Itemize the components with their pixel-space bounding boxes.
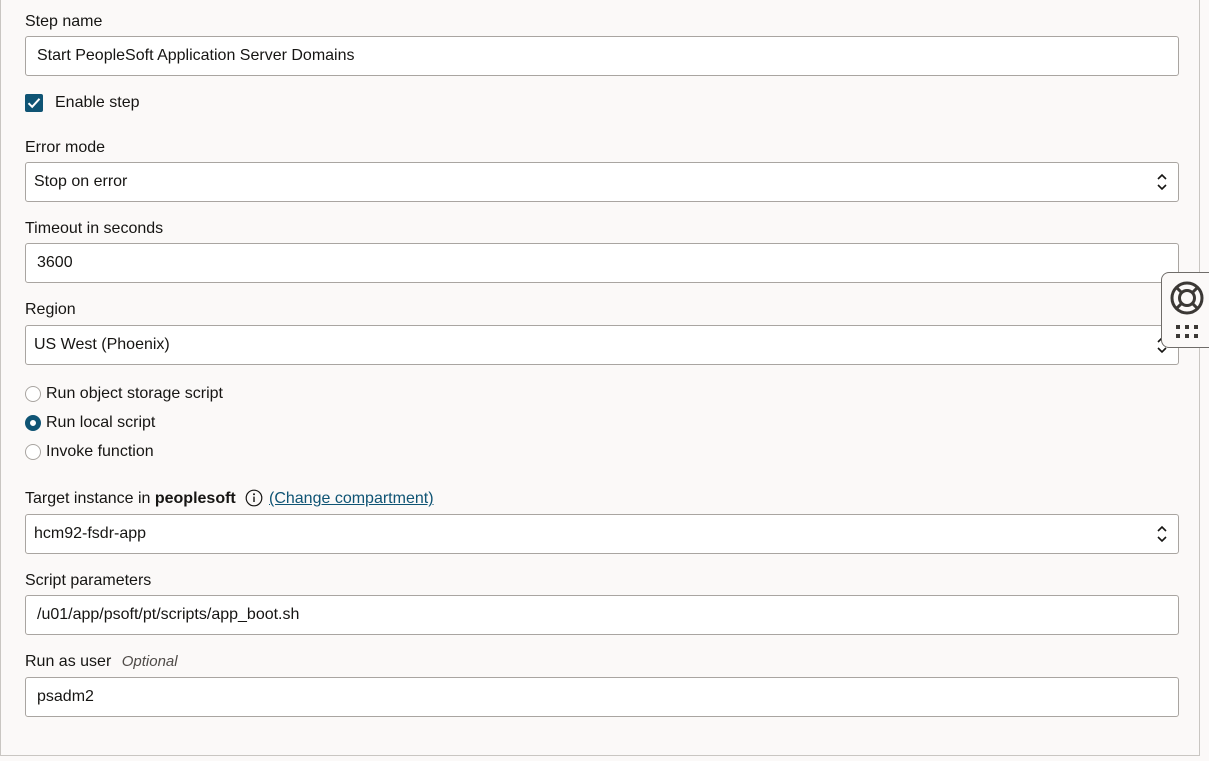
run-as-user-label: Run as user Optional: [25, 652, 178, 672]
error-mode-label: Error mode: [25, 139, 106, 156]
enable-step-label: Enable step: [55, 94, 140, 111]
radio-local-script-label: Run local script: [46, 414, 156, 431]
step-name-label: Step name: [25, 13, 103, 30]
step-name-input[interactable]: Start PeopleSoft Application Server Doma…: [25, 36, 1179, 76]
target-instance-prefix: Target instance in: [25, 490, 151, 507]
target-instance-label: Target instance in peoplesoft: [25, 489, 236, 509]
region-label: Region: [25, 301, 76, 318]
step-edit-panel: Step name Start PeopleSoft Application S…: [0, 0, 1200, 756]
radio-invoke-function[interactable]: [25, 444, 41, 460]
region-value: US West (Phoenix): [34, 336, 170, 353]
radio-invoke-function-label: Invoke function: [46, 443, 154, 460]
checkmark-icon: [27, 98, 41, 109]
error-mode-select[interactable]: Stop on error: [25, 162, 1179, 202]
run-as-user-label-text: Run as user: [25, 653, 112, 670]
script-parameters-input[interactable]: /u01/app/psoft/pt/scripts/app_boot.sh: [25, 595, 1179, 635]
timeout-label: Timeout in seconds: [25, 220, 164, 237]
grid-icon[interactable]: [1174, 323, 1200, 341]
change-compartment-link[interactable]: (Change compartment): [269, 489, 434, 509]
run-as-user-input[interactable]: psadm2: [25, 677, 1179, 717]
target-instance-select[interactable]: hcm92-fsdr-app: [25, 514, 1179, 554]
chevron-up-down-icon: [1157, 525, 1167, 543]
target-compartment-name: peoplesoft: [154, 490, 236, 507]
timeout-input[interactable]: 3600: [25, 243, 1179, 283]
region-select[interactable]: US West (Phoenix): [25, 325, 1179, 365]
radio-object-storage-script[interactable]: [25, 386, 41, 402]
chevron-up-down-icon: [1157, 173, 1167, 191]
help-widget[interactable]: [1161, 272, 1209, 348]
info-icon[interactable]: [245, 489, 263, 507]
target-instance-value: hcm92-fsdr-app: [34, 525, 147, 542]
radio-local-script[interactable]: [25, 415, 41, 431]
error-mode-value: Stop on error: [34, 173, 128, 190]
radio-object-storage-label: Run object storage script: [46, 385, 223, 402]
lifebuoy-icon[interactable]: [1169, 280, 1205, 316]
enable-step-checkbox[interactable]: [25, 94, 43, 112]
optional-tag: Optional: [121, 653, 178, 670]
script-parameters-label: Script parameters: [25, 572, 152, 589]
